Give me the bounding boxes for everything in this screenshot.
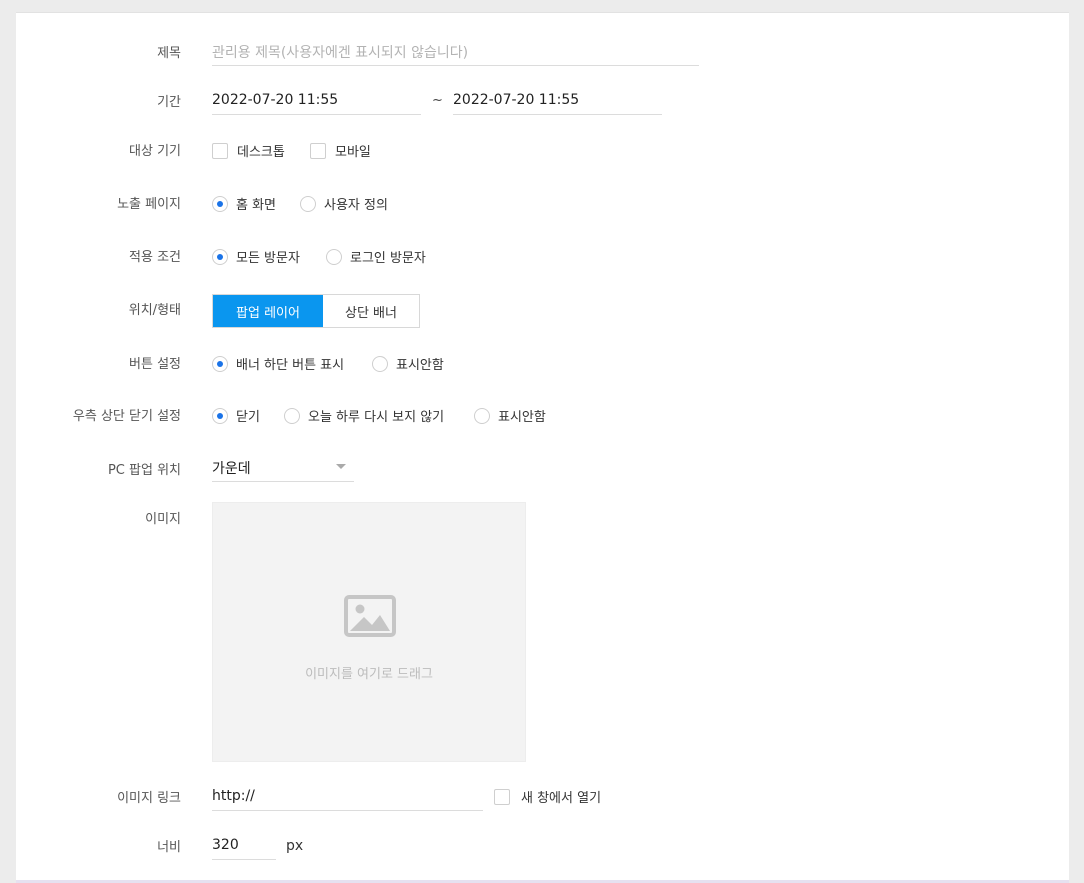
pc-position-select[interactable]: 가운데	[212, 456, 354, 482]
radio-circle[interactable]	[212, 355, 228, 372]
period-separator: ~	[432, 93, 443, 108]
top-banner-button[interactable]: 상단 배너	[323, 295, 419, 327]
close-today-radio[interactable]: 오늘 하루 다시 보지 않기	[284, 406, 444, 425]
condition-login-radio[interactable]: 로그인 방문자	[326, 247, 426, 266]
condition-login-label: 로그인 방문자	[350, 251, 426, 266]
close-hide-label: 표시안함	[498, 410, 546, 425]
title-placeholder: 관리용 제목(사용자에겐 표시되지 않습니다)	[212, 45, 469, 61]
image-label: 이미지	[145, 512, 181, 527]
period-end-input[interactable]: 2022-07-20 11:55	[453, 92, 662, 115]
radio-circle[interactable]	[326, 248, 342, 265]
close-radio[interactable]: 닫기	[212, 406, 260, 425]
period-label: 기간	[157, 95, 181, 110]
device-desktop-checkbox[interactable]: 데스크톱	[212, 141, 285, 160]
radio-circle[interactable]	[474, 407, 490, 424]
checkbox-box[interactable]	[494, 788, 510, 805]
width-unit: px	[286, 838, 304, 854]
position-type-label: 위치/형태	[128, 303, 181, 318]
exposure-home-label: 홈 화면	[236, 198, 277, 213]
pc-position-label: PC 팝업 위치	[107, 463, 181, 478]
radio-circle[interactable]	[284, 407, 300, 424]
new-window-label: 새 창에서 열기	[521, 791, 602, 806]
radio-circle[interactable]	[212, 195, 228, 212]
image-link-input[interactable]: http://	[212, 788, 483, 811]
checkbox-box[interactable]	[212, 142, 228, 159]
checkbox-box[interactable]	[310, 142, 326, 159]
exposure-home-radio[interactable]: 홈 화면	[212, 194, 276, 213]
period-start-input[interactable]: 2022-07-20 11:55	[212, 92, 421, 115]
pc-position-value: 가운데	[212, 461, 251, 477]
button-show-label: 배너 하단 버튼 표시	[236, 358, 345, 373]
close-option-label: 닫기	[236, 410, 260, 425]
image-placeholder-icon	[344, 595, 396, 637]
exposure-custom-radio[interactable]: 사용자 정의	[300, 194, 388, 213]
close-today-label: 오늘 하루 다시 보지 않기	[308, 410, 445, 425]
button-show-radio[interactable]: 배너 하단 버튼 표시	[212, 354, 344, 373]
radio-circle[interactable]	[212, 407, 228, 424]
width-label: 너비	[157, 840, 181, 855]
close-setting-label: 우측 상단 닫기 설정	[72, 409, 181, 424]
position-type-toggle: 팝업 레이어 상단 배너	[212, 294, 420, 328]
exposure-custom-label: 사용자 정의	[324, 198, 388, 213]
popup-layer-button[interactable]: 팝업 레이어	[213, 295, 323, 327]
radio-circle[interactable]	[212, 248, 228, 265]
dropzone-text: 이미지를 여기로 드래그	[305, 667, 433, 682]
close-hide-radio[interactable]: 표시안함	[474, 406, 546, 425]
title-input[interactable]: 관리용 제목(사용자에겐 표시되지 않습니다)	[212, 42, 699, 66]
width-input[interactable]: 320	[212, 837, 276, 860]
radio-circle[interactable]	[372, 355, 388, 372]
device-desktop-label: 데스크톱	[237, 145, 285, 160]
button-hide-label: 표시안함	[396, 358, 444, 373]
button-setting-label: 버튼 설정	[129, 357, 181, 372]
chevron-down-icon	[336, 464, 346, 469]
condition-all-label: 모든 방문자	[236, 251, 300, 266]
title-label: 제목	[157, 46, 181, 61]
condition-all-radio[interactable]: 모든 방문자	[212, 247, 300, 266]
image-link-label: 이미지 링크	[117, 791, 181, 806]
device-mobile-checkbox[interactable]: 모바일	[310, 141, 371, 160]
device-label: 대상 기기	[129, 144, 181, 159]
new-window-checkbox[interactable]: 새 창에서 열기	[494, 787, 601, 806]
image-dropzone[interactable]: 이미지를 여기로 드래그	[212, 502, 526, 762]
exposure-page-label: 노출 페이지	[117, 197, 181, 212]
button-hide-radio[interactable]: 표시안함	[372, 354, 444, 373]
condition-label: 적용 조건	[129, 250, 181, 265]
device-mobile-label: 모바일	[335, 145, 371, 160]
radio-circle[interactable]	[300, 195, 316, 212]
